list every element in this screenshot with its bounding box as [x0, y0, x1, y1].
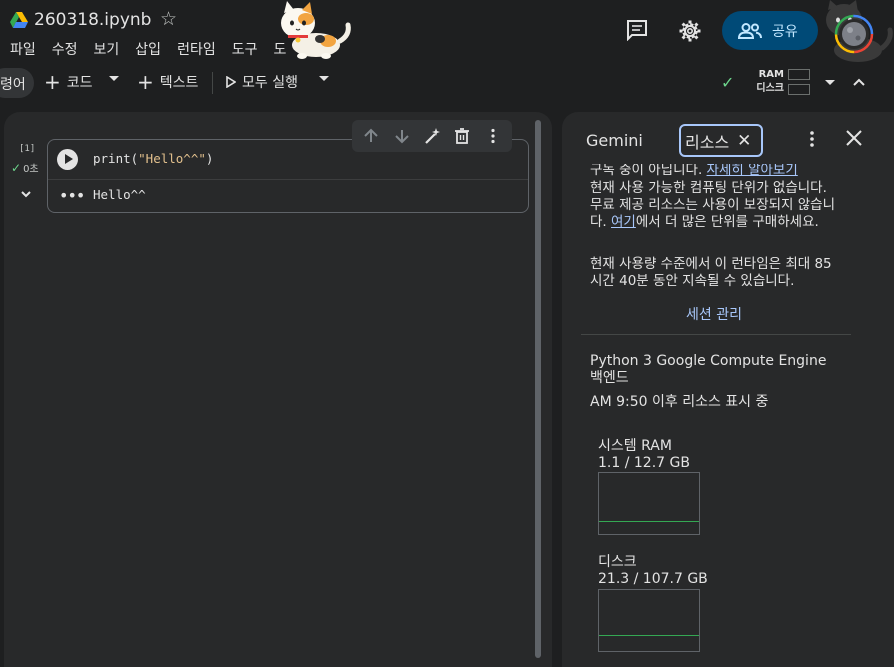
share-label: 공유 — [772, 23, 798, 40]
tab-resources[interactable]: 리소스 ✕ — [679, 124, 763, 157]
add-code-dropdown-icon[interactable] — [109, 76, 119, 81]
ram-usage-graph — [598, 472, 700, 535]
chevron-down-icon[interactable] — [19, 187, 33, 201]
run-all-label: 모두 실행 — [242, 75, 298, 91]
ram-value: 1.1 / 12.7 GB — [598, 455, 690, 471]
top-bar: 260318.ipynb ☆ 파일 수정 보기 삽입 런타임 도구 도 공유 — [0, 0, 894, 66]
notebook-title[interactable]: 260318.ipynb — [34, 10, 151, 30]
compute-units-text-2: 에서 더 많은 단위를 구매하세요. — [635, 214, 819, 230]
more-vert-icon[interactable] — [484, 127, 502, 145]
execution-time-value: 0초 — [23, 164, 39, 175]
run-all-button[interactable]: 모두 실행 — [226, 72, 298, 92]
check-icon: ✓ — [11, 160, 22, 175]
subscription-notice: 구독 중이 아닙니다. 자세히 알아보기 — [590, 164, 842, 176]
ram-label: RAM — [758, 69, 784, 80]
tab-gemini[interactable]: Gemini — [586, 131, 643, 150]
menu-file[interactable]: 파일 — [10, 39, 36, 59]
resource-labels[interactable]: RAM 디스크 — [754, 68, 784, 96]
menu-bar: 파일 수정 보기 삽입 런타임 도구 도 — [10, 39, 302, 59]
resources-since: AM 9:50 이후 리소스 표시 중 — [590, 394, 769, 410]
code-editor[interactable]: print("Hello^^") — [93, 151, 213, 166]
notebook-toolbar: 령어 + 코드 + 텍스트 모두 실행 ✓ RAM 디스크 — [0, 64, 894, 104]
close-tab-icon[interactable]: ✕ — [737, 131, 751, 151]
share-button[interactable]: 공유 — [722, 11, 818, 50]
code-suffix: ) — [205, 151, 214, 166]
star-icon[interactable]: ☆ — [160, 8, 177, 30]
panel-divider — [581, 334, 851, 335]
collapse-toolbar-icon[interactable] — [853, 77, 865, 87]
backend-label: Python 3 Google Compute Engine 백엔드 — [590, 353, 827, 386]
runtime-dropdown-icon[interactable] — [825, 80, 835, 85]
disk-label: 디스크 — [756, 83, 784, 94]
command-palette-button[interactable]: 령어 — [0, 68, 34, 98]
plus-icon: + — [44, 70, 61, 94]
disk-meter[interactable] — [788, 84, 810, 95]
output-actions-icon[interactable]: ••• — [59, 186, 85, 205]
run-all-dropdown-icon[interactable] — [319, 76, 329, 81]
move-down-icon[interactable] — [393, 127, 411, 145]
learn-more-link[interactable]: 자세히 알아보기 — [707, 164, 798, 176]
menu-tools[interactable]: 도구 — [232, 39, 258, 59]
compute-units-notice: 현재 사용 가능한 컴퓨팅 단위가 없습니다. 무료 제공 리소스는 사용이 보… — [590, 180, 842, 231]
usage-estimate: 현재 사용량 수준에서 이 런타임은 최대 85시간 40분 동안 지속될 수 … — [590, 256, 832, 289]
manage-sessions-link[interactable]: 세션 관리 — [686, 304, 742, 324]
add-code-label: 코드 — [66, 75, 93, 91]
run-cell-button[interactable] — [57, 149, 78, 170]
menu-view[interactable]: 보기 — [94, 39, 120, 59]
move-up-icon[interactable] — [362, 127, 380, 145]
cat-illustration — [281, 1, 351, 59]
disk-usage-graph — [598, 589, 700, 652]
menu-insert[interactable]: 삽입 — [135, 39, 161, 59]
menu-edit[interactable]: 수정 — [52, 39, 78, 59]
tab-resources-label: 리소스 — [685, 132, 730, 152]
add-code-button[interactable]: + 코드 — [44, 72, 93, 92]
ram-title: 시스템 RAM — [598, 438, 672, 454]
cell-output-divider — [48, 179, 528, 180]
code-string: "Hello^^" — [138, 151, 206, 166]
magic-edit-icon[interactable] — [423, 127, 441, 145]
comment-icon[interactable] — [626, 19, 648, 41]
plus-icon: + — [137, 70, 154, 94]
execution-time: ✓ 0초 — [11, 160, 39, 176]
more-vert-icon[interactable] — [806, 130, 818, 148]
delete-icon[interactable] — [453, 127, 471, 145]
disk-value: 21.3 / 107.7 GB — [598, 571, 708, 587]
avatar[interactable] — [818, 0, 894, 62]
play-icon — [226, 76, 236, 88]
disk-title: 디스크 — [598, 554, 637, 570]
close-icon[interactable] — [844, 128, 864, 148]
ram-meter[interactable] — [788, 69, 810, 80]
gear-icon[interactable] — [678, 19, 702, 43]
code-prefix: print( — [93, 151, 139, 166]
add-text-label: 텍스트 — [159, 75, 199, 91]
subscription-notice-text: 구독 중이 아닙니다. — [590, 164, 703, 176]
people-icon — [738, 22, 762, 39]
add-text-button[interactable]: + 텍스트 — [137, 72, 198, 92]
drive-icon — [10, 12, 28, 28]
toolbar-divider — [212, 72, 213, 94]
ram-usage-line — [599, 521, 699, 522]
connected-check-icon: ✓ — [721, 73, 735, 92]
execution-count: [1] — [19, 144, 36, 154]
editor-scrollbar[interactable] — [535, 120, 541, 658]
buy-units-link[interactable]: 여기 — [611, 214, 636, 230]
cell-output: Hello^^ — [93, 187, 146, 202]
cell-toolbar — [352, 120, 512, 152]
disk-usage-line — [599, 635, 699, 636]
menu-runtime[interactable]: 런타임 — [177, 39, 216, 59]
